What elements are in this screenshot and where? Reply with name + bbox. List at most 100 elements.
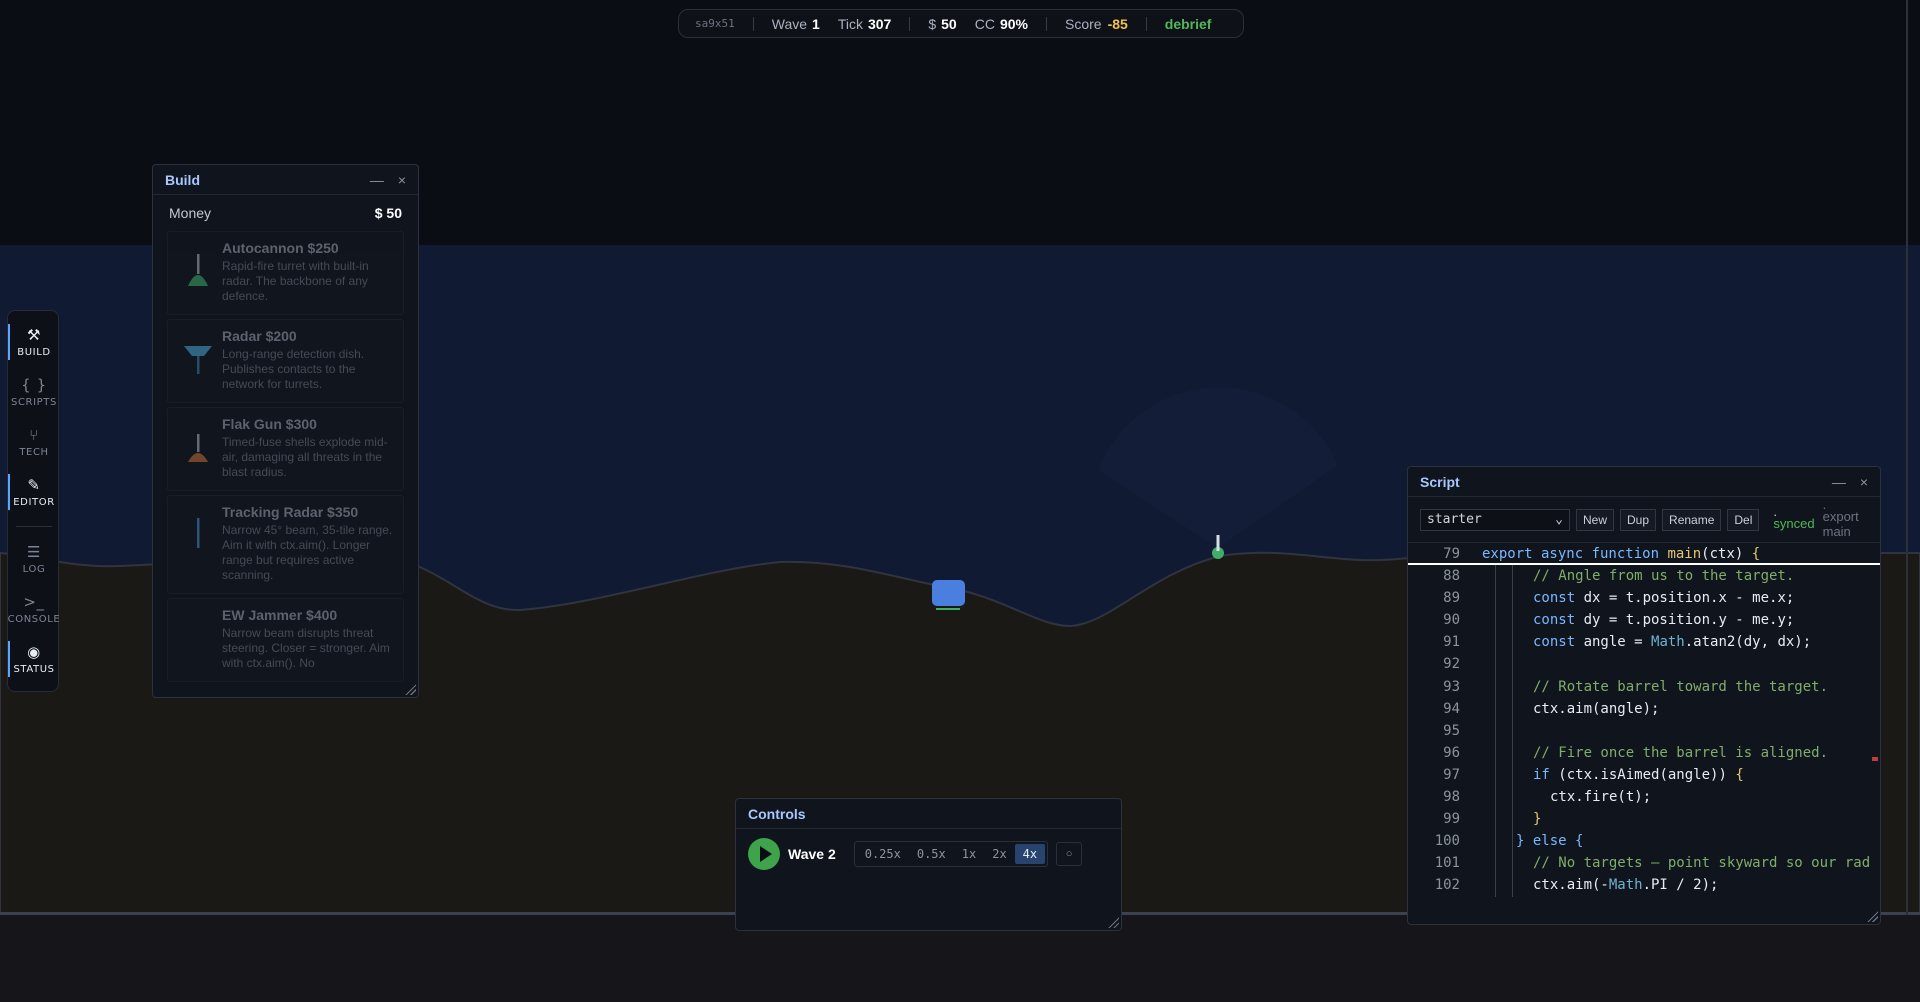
code-line[interactable]: 94 ctx.aim(angle); [1408, 698, 1880, 720]
toggle-button[interactable]: ○ [1056, 842, 1083, 866]
code-line[interactable]: 95 [1408, 720, 1880, 742]
controls-panel-header[interactable]: Controls [736, 799, 1121, 829]
build-panel-title: Build [165, 171, 200, 188]
chevron-down-icon: ⌄ [1555, 512, 1563, 527]
code-text: } else { [1516, 833, 1584, 850]
build-panel: Build — × Money $ 50 Autocannon $250 Rap… [152, 164, 419, 698]
code-text: } [1533, 811, 1542, 828]
code-line[interactable]: 89 const dx = t.position.x - me.x; [1408, 587, 1880, 609]
next-wave-label[interactable]: Wave 2 [788, 846, 836, 862]
build-item-ew-jammer[interactable]: EW Jammer $400 Narrow beam disrupts thre… [167, 598, 404, 682]
cc-value: 90% [999, 15, 1028, 32]
code-line[interactable]: 98 ctx.fire(t); [1408, 786, 1880, 808]
tech-tree-icon: ⑂ [29, 426, 39, 444]
indent-guide [1512, 565, 1513, 897]
build-item-tracking-radar[interactable]: Tracking Radar $350 Narrow 45° beam, 35-… [167, 495, 404, 594]
session-id: sa9x51 [695, 17, 735, 30]
code-line[interactable]: 92 [1408, 653, 1880, 675]
speed-1x[interactable]: 1x [954, 844, 984, 864]
rail-item-build[interactable]: ⚒ BUILD [8, 318, 60, 366]
code-text: export async function main(ctx) { [1482, 546, 1761, 562]
code-line[interactable]: 99} [1408, 808, 1880, 830]
rail-item-console[interactable]: >_ CONSOLE [8, 585, 60, 633]
code-line[interactable]: 101 // No targets — point skyward so our … [1408, 852, 1880, 874]
new-script-button[interactable]: New [1576, 508, 1615, 531]
minimize-icon[interactable]: — [370, 172, 384, 188]
line-number: 95 [1443, 722, 1460, 739]
code-line[interactable]: 93 // Rotate barrel toward the target. [1408, 676, 1880, 698]
terminal-icon: >_ [23, 593, 45, 611]
code-line[interactable]: 102 ctx.aim(-Math.PI / 2); [1408, 874, 1880, 896]
rail-item-log[interactable]: ☰ LOG [8, 535, 60, 583]
build-item-radar[interactable]: Radar $200 Long-range detection dish. Pu… [167, 319, 404, 403]
speed-4x[interactable]: 4x [1014, 844, 1046, 864]
line-number: 90 [1443, 612, 1460, 629]
rail-item-tech[interactable]: ⑂ TECH [8, 418, 60, 466]
code-line[interactable]: 96 // Fire once the barrel is aligned. [1408, 742, 1880, 764]
code-text: if (ctx.isAimed(angle)) { [1533, 766, 1744, 783]
script-panel-header[interactable]: Script — × [1408, 467, 1880, 497]
minimize-icon[interactable]: — [1832, 474, 1846, 490]
code-text: ctx.fire(t); [1550, 789, 1652, 806]
code-text: // Rotate barrel toward the target. [1533, 678, 1829, 695]
code-line[interactable]: 97 if (ctx.isAimed(angle)) { [1408, 764, 1880, 786]
close-icon[interactable]: × [398, 172, 406, 188]
line-number: 100 [1434, 833, 1460, 850]
tick-value: 307 [867, 15, 892, 32]
speed-0-25x[interactable]: 0.25x [857, 844, 909, 864]
wave-value: 1 [812, 15, 820, 32]
script-panel-title: Script [1420, 473, 1460, 490]
line-number: 88 [1443, 568, 1460, 585]
script-toolbar: starter ⌄ New Dup Rename Del . synced . ex… [1408, 497, 1880, 543]
wave-label: Wave [771, 15, 808, 32]
code-line[interactable]: 100 } else { [1408, 830, 1880, 852]
resize-grip[interactable] [1107, 916, 1119, 928]
money-value: 50 [941, 15, 957, 32]
build-item-flak-gun[interactable]: Flak Gun $300 Timed-fuse shells explode … [167, 407, 404, 491]
code-line[interactable]: 88 // Angle from us to the target. [1408, 565, 1880, 587]
code-line[interactable]: 90 const dy = t.position.y - me.y; [1408, 609, 1880, 631]
duplicate-script-button[interactable]: Dup [1620, 508, 1657, 531]
rail-item-scripts[interactable]: { } SCRIPTS [8, 368, 60, 416]
script-panel: Script — × starter ⌄ New Dup Rename Del … [1407, 466, 1881, 925]
line-number: 91 [1443, 634, 1460, 651]
rename-script-button[interactable]: Rename [1662, 508, 1722, 531]
line-number: 96 [1443, 744, 1460, 761]
top-status-bar: sa9x51 Wave 1 Tick 307 $50 CC 90% Score -85 … [678, 9, 1244, 38]
line-number: 101 [1434, 855, 1460, 872]
script-select[interactable]: starter ⌄ [1420, 508, 1570, 531]
rail-item-editor[interactable]: ✎ EDITOR [8, 468, 60, 516]
export-hint: . export main [1822, 500, 1859, 539]
resize-grip[interactable] [404, 683, 416, 695]
speed-0-5x[interactable]: 0.5x [909, 844, 954, 864]
resize-grip[interactable] [1866, 910, 1878, 922]
tick-label: Tick [837, 15, 863, 32]
delete-script-button[interactable]: Del [1727, 508, 1760, 531]
money-label: $ [928, 15, 937, 32]
rail-item-status[interactable]: ◉ STATUS [8, 635, 60, 683]
line-number: 99 [1443, 811, 1460, 828]
eye-icon: ◉ [27, 643, 41, 661]
speed-selector: 0.25x 0.5x 1x 2x 4x [853, 841, 1049, 867]
close-icon[interactable]: × [1860, 474, 1868, 490]
code-text: const dy = t.position.y - me.y; [1533, 612, 1795, 629]
base[interactable] [932, 580, 965, 610]
code-line[interactable]: 91 const angle = Math.atan2(dy, dx); [1408, 631, 1880, 653]
score-value: -85 [1107, 15, 1128, 32]
debrief-link[interactable]: debrief [1165, 16, 1212, 32]
code-editor[interactable]: 79 export async function main(ctx) {88 // … [1408, 543, 1880, 897]
flak-gun-icon [188, 434, 208, 462]
code-text: ctx.aim(angle); [1533, 700, 1660, 717]
play-button[interactable] [748, 838, 780, 870]
line-number: 79 [1443, 546, 1460, 562]
speed-2x[interactable]: 2x [984, 844, 1014, 864]
code-line[interactable]: 79 export async function main(ctx) { [1408, 543, 1880, 566]
build-item-autocannon[interactable]: Autocannon $250 Rapid-fire turret with b… [167, 231, 404, 315]
line-number: 98 [1443, 789, 1460, 806]
money-label: Money [169, 205, 212, 221]
radar-icon [184, 346, 212, 374]
hammer-icon: ⚒ [26, 326, 42, 344]
build-panel-header[interactable]: Build — × [153, 165, 418, 195]
pencil-icon: ✎ [27, 476, 41, 494]
